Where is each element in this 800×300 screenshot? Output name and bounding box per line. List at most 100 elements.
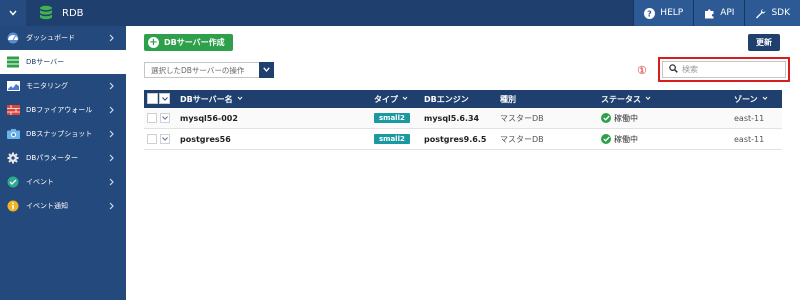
sidebar-item-db-firewall[interactable]: DBファイアウォール	[0, 98, 126, 122]
check-circle-icon	[601, 134, 611, 144]
sdk-label: SDK	[771, 8, 790, 18]
plus-icon: +	[148, 36, 159, 48]
search-icon	[669, 63, 678, 76]
sidebar-item-label: イベント	[26, 178, 54, 186]
firewall-icon	[6, 103, 20, 117]
column-header-kind: 種別	[500, 90, 516, 108]
callout-marker: ①	[637, 64, 647, 77]
help-icon: ?	[644, 7, 656, 19]
cell-type: small2	[374, 129, 410, 149]
chevron-down-icon	[161, 96, 168, 101]
info-icon	[6, 199, 20, 213]
cell-engine: mysql5.6.34	[424, 113, 480, 123]
search-field[interactable]	[662, 61, 786, 78]
monitoring-icon	[6, 79, 20, 93]
sort-icon	[762, 96, 768, 103]
column-header-type[interactable]: タイプ	[374, 90, 408, 108]
check-circle-icon	[601, 113, 611, 123]
chevron-right-icon	[106, 31, 116, 45]
sort-icon	[645, 96, 651, 103]
chevron-right-icon	[106, 79, 116, 93]
dashboard-icon	[6, 31, 20, 45]
sidebar-item-label: イベント通知	[26, 202, 68, 210]
puzzle-icon	[704, 8, 715, 19]
sidebar-item-db-snapshot[interactable]: DBスナップショット	[0, 122, 126, 146]
column-header-label: ゾーン	[734, 94, 758, 104]
column-header-name[interactable]: DBサーバー名	[180, 90, 243, 108]
column-header-label: タイプ	[374, 94, 398, 104]
column-header-label: DBエンジン	[424, 94, 469, 104]
chevron-right-icon	[106, 175, 116, 189]
chevron-down-icon	[259, 61, 274, 78]
cell-engine: postgres9.6.5	[424, 134, 487, 144]
app-title: RDB	[62, 7, 84, 19]
expand-all-toggle[interactable]	[159, 93, 170, 104]
sidebar: ダッシュボード DBサーバー モニタリング DBファイアウォール DBスナップシ…	[0, 26, 126, 300]
column-header-zone[interactable]: ゾーン	[734, 90, 768, 108]
row-expand-toggle[interactable]	[160, 134, 170, 144]
sidebar-item-label: DBファイアウォール	[26, 106, 93, 114]
search-input[interactable]	[682, 65, 777, 74]
table-header: DBサーバー名 タイプ DBエンジン 種別 ステータス ゾーン	[144, 90, 782, 108]
cell-kind: マスターDB	[500, 113, 544, 123]
sidebar-item-monitoring[interactable]: モニタリング	[0, 74, 126, 98]
server-actions-select[interactable]: 選択したDBサーバーの操作	[144, 61, 274, 78]
sidebar-item-event[interactable]: イベント	[0, 170, 126, 194]
api-button[interactable]: API	[693, 0, 745, 26]
refresh-button[interactable]: 更新	[748, 34, 780, 51]
row-checkbox[interactable]	[147, 113, 157, 123]
cell-kind: マスターDB	[500, 134, 544, 144]
camera-icon	[6, 127, 20, 141]
api-label: API	[720, 8, 735, 18]
row-expand-toggle[interactable]	[160, 113, 170, 123]
create-db-server-button[interactable]: + DBサーバー作成	[144, 34, 233, 51]
sort-icon	[402, 96, 408, 103]
chevron-right-icon	[106, 103, 116, 117]
sdk-button[interactable]: SDK	[744, 0, 800, 26]
column-header-label: DBサーバー名	[180, 94, 233, 104]
sidebar-item-db-server[interactable]: DBサーバー	[0, 50, 126, 74]
cell-zone: east-11	[734, 113, 765, 123]
refresh-label: 更新	[756, 38, 772, 47]
chevron-right-icon	[106, 127, 116, 141]
table-row[interactable]: mysql56-002 small2 mysql5.6.34 マスターDB 稼働…	[144, 108, 782, 129]
event-icon	[6, 175, 20, 189]
svg-text:?: ?	[647, 9, 652, 18]
help-button[interactable]: ? HELP	[633, 0, 694, 26]
sidebar-item-label: DBスナップショット	[26, 130, 93, 138]
cell-status: 稼働中	[601, 129, 638, 149]
column-header-status[interactable]: ステータス	[601, 90, 651, 108]
db-server-icon	[6, 55, 20, 69]
help-label: HELP	[660, 8, 684, 18]
column-header-label: 種別	[500, 94, 516, 104]
row-checkbox[interactable]	[147, 134, 157, 144]
status-text: 稼働中	[614, 134, 638, 144]
cell-type: small2	[374, 108, 410, 128]
wrench-icon	[755, 8, 766, 19]
sidebar-toggle-button[interactable]	[0, 0, 26, 26]
sidebar-item-db-parameter[interactable]: DBパラメーター	[0, 146, 126, 170]
cell-zone: east-11	[734, 134, 765, 144]
type-badge: small2	[374, 113, 410, 123]
chevron-down-icon	[9, 10, 17, 16]
status-text: 稼働中	[614, 113, 638, 123]
column-header-label: ステータス	[601, 94, 641, 104]
select-all-checkbox[interactable]	[147, 93, 158, 104]
db-server-table: DBサーバー名 タイプ DBエンジン 種別 ステータス ゾーン mysql56-…	[144, 90, 782, 150]
cell-name: mysql56-002	[180, 113, 238, 123]
column-header-engine: DBエンジン	[424, 90, 469, 108]
sidebar-item-event-notification[interactable]: イベント通知	[0, 194, 126, 218]
chevron-down-icon	[162, 116, 168, 120]
chevron-down-icon	[162, 137, 168, 141]
search-highlight-box	[658, 57, 790, 82]
sidebar-item-dashboard[interactable]: ダッシュボード	[0, 26, 126, 50]
cell-status: 稼働中	[601, 108, 638, 128]
main-content: + DBサーバー作成 更新 選択したDBサーバーの操作 ① DBサーバー名	[126, 26, 800, 300]
type-badge: small2	[374, 134, 410, 144]
chevron-right-icon	[106, 151, 116, 165]
top-bar: RDB ? HELP API SDK	[0, 0, 800, 26]
table-row[interactable]: postgres56 small2 postgres9.6.5 マスターDB 稼…	[144, 129, 782, 150]
cell-name: postgres56	[180, 134, 231, 144]
sort-icon	[237, 96, 243, 103]
sidebar-item-label: DBパラメーター	[26, 154, 78, 162]
